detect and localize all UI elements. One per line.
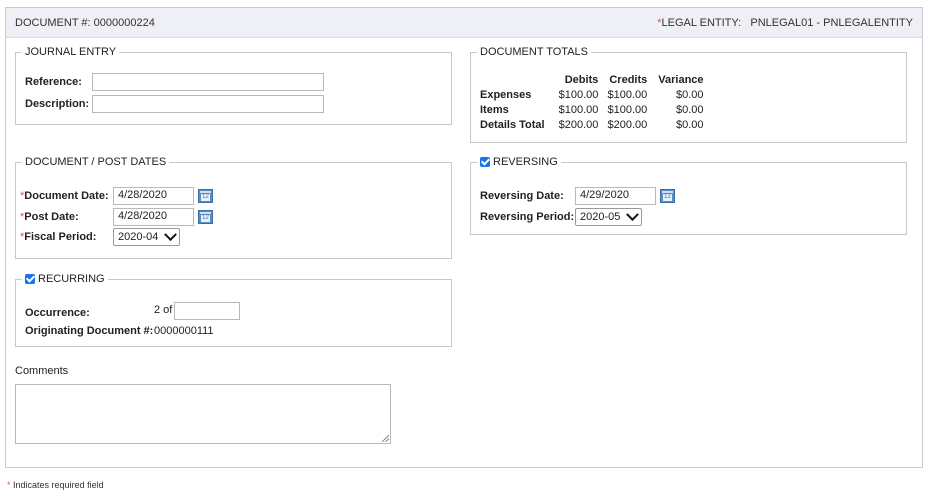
recurring-section: RECURRING Occurrence: 2 of Originating D… <box>15 273 452 347</box>
calendar-icon[interactable]: 12 <box>660 189 675 203</box>
fiscal-period-label: *Fiscal Period: <box>20 231 97 243</box>
legal-entity: *LEGAL ENTITY: PNLEGAL01 - PNLEGALENTITY <box>657 17 913 29</box>
totals-col-credits: Credits <box>609 73 648 86</box>
totals-cell: $100.00 <box>558 103 599 116</box>
chevron-down-icon <box>626 207 639 221</box>
document-post-dates-section: DOCUMENT / POST DATES *Document Date: 4/… <box>15 156 452 259</box>
totals-cell: $200.00 <box>558 118 599 131</box>
legal-entity-value: PNLEGAL01 - PNLEGALENTITY <box>750 17 913 29</box>
legal-entity-label: LEGAL ENTITY: <box>661 17 742 29</box>
totals-col-variance: Variance <box>658 73 704 86</box>
totals-row-label: Details Total <box>480 118 545 131</box>
originating-document-label: Originating Document #: <box>25 325 154 337</box>
occurrence-input[interactable] <box>174 302 240 320</box>
totals-header-row: Debits Credits Variance <box>480 72 709 87</box>
totals-col-debits: Debits <box>564 73 599 86</box>
fiscal-period-select[interactable]: 2020-04 <box>113 227 180 246</box>
description-input[interactable] <box>92 95 324 113</box>
reversing-date-input[interactable]: 4/29/2020 <box>575 187 656 205</box>
chevron-down-icon <box>164 227 177 241</box>
reference-label: Reference: <box>25 76 82 88</box>
document-post-dates-legend: DOCUMENT / POST DATES <box>25 156 167 168</box>
table-row: Expenses $100.00 $100.00 $0.00 <box>480 87 709 102</box>
recurring-checkbox[interactable] <box>25 274 35 284</box>
comments-textarea[interactable] <box>15 384 391 444</box>
resize-grip-icon[interactable] <box>382 435 389 442</box>
totals-cell: $200.00 <box>607 118 648 131</box>
document-panel: DOCUMENT #: 0000000224 *LEGAL ENTITY: PN… <box>5 7 923 468</box>
description-label: Description: <box>25 98 90 110</box>
recurring-legend-label: RECURRING <box>38 273 105 285</box>
document-totals-table: Debits Credits Variance Expenses $100.00… <box>480 72 709 132</box>
document-date-label: *Document Date: <box>20 190 109 202</box>
reversing-legend: REVERSING <box>477 156 561 168</box>
recurring-legend: RECURRING <box>22 273 108 285</box>
table-row: Details Total $200.00 $200.00 $0.00 <box>480 117 709 132</box>
reversing-date-label: Reversing Date: <box>480 190 564 202</box>
journal-entry-legend: JOURNAL ENTRY <box>25 46 117 58</box>
calendar-icon[interactable]: 12 <box>198 189 213 203</box>
required-field-note: * Indicates required field <box>7 480 104 490</box>
journal-entry-section: JOURNAL ENTRY Reference: Description: <box>15 46 452 125</box>
totals-cell: $100.00 <box>558 88 599 101</box>
totals-cell: $0.00 <box>676 118 704 131</box>
document-date-input[interactable]: 4/28/2020 <box>113 187 194 205</box>
calendar-icon[interactable]: 12 <box>198 210 213 224</box>
occurrence-label: Occurrence: <box>25 307 90 319</box>
document-header: DOCUMENT #: 0000000224 *LEGAL ENTITY: PN… <box>6 8 922 38</box>
document-number: DOCUMENT #: 0000000224 <box>15 17 155 29</box>
reversing-period-label: Reversing Period: <box>480 211 575 223</box>
totals-row-label: Items <box>480 103 509 116</box>
reversing-section: REVERSING Reversing Date: 4/29/2020 12 R… <box>470 156 907 235</box>
required-field-note-text: Indicates required field <box>13 480 104 490</box>
occurrence-prefix: 2 of <box>154 304 173 316</box>
totals-cell: $0.00 <box>676 103 704 116</box>
reversing-period-select[interactable]: 2020-05 <box>575 207 642 226</box>
reversing-legend-label: REVERSING <box>493 156 558 168</box>
post-date-label: *Post Date: <box>20 211 79 223</box>
document-number-label: DOCUMENT #: <box>15 17 91 29</box>
reversing-checkbox[interactable] <box>480 157 490 167</box>
originating-document-value: 0000000111 <box>154 325 214 337</box>
table-row: Items $100.00 $100.00 $0.00 <box>480 102 709 117</box>
fiscal-period-value: 2020-04 <box>118 231 159 243</box>
document-number-value: 0000000224 <box>93 17 155 29</box>
comments-label: Comments <box>15 365 69 377</box>
document-totals-section: DOCUMENT TOTALS Debits Credits Variance … <box>470 46 907 143</box>
totals-row-label: Expenses <box>480 88 532 101</box>
required-marker: * <box>7 480 11 490</box>
totals-cell: $100.00 <box>607 88 648 101</box>
reversing-period-value: 2020-05 <box>580 211 621 223</box>
document-totals-legend: DOCUMENT TOTALS <box>480 46 588 58</box>
reference-input[interactable] <box>92 73 324 91</box>
totals-cell: $100.00 <box>607 103 648 116</box>
post-date-input[interactable]: 4/28/2020 <box>113 208 194 226</box>
totals-cell: $0.00 <box>676 88 704 101</box>
